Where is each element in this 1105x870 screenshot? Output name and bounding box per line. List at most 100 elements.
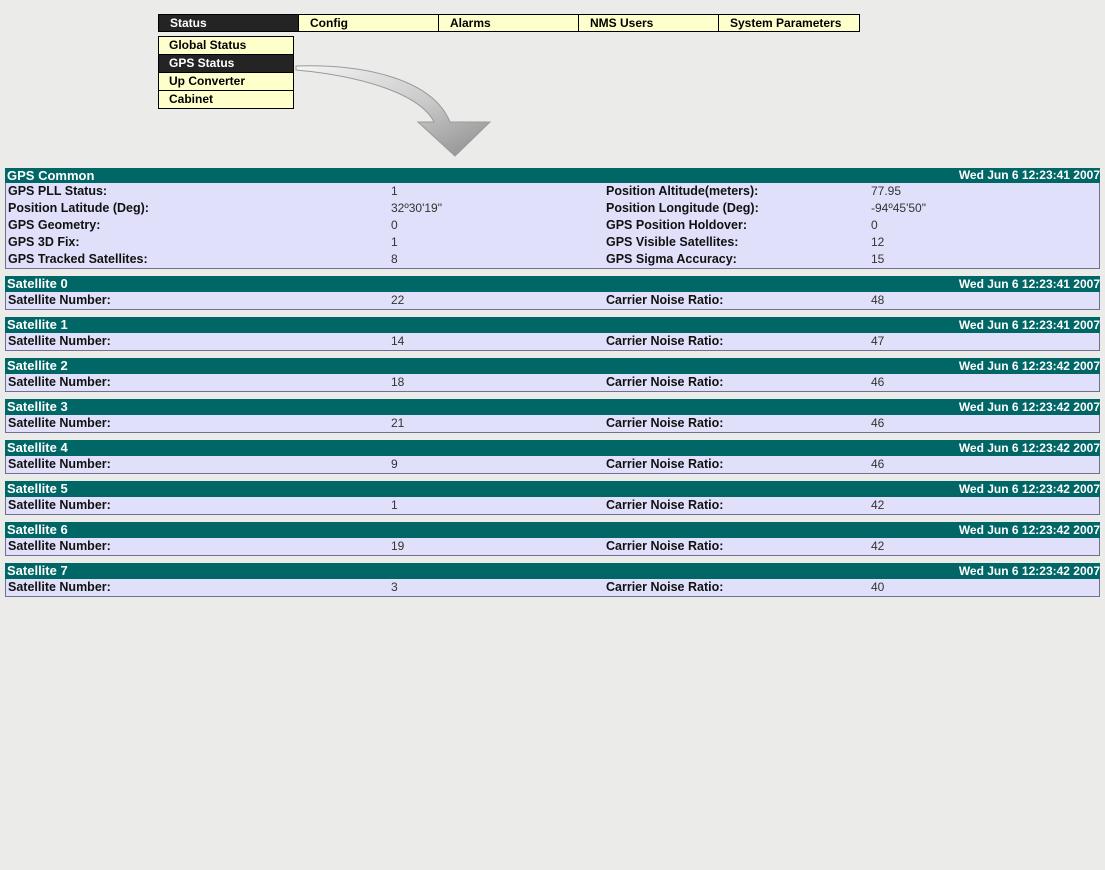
tab-config[interactable]: Config <box>299 15 439 31</box>
satellite-panel: Satellite 0 Wed Jun 6 12:23:41 2007 Sate… <box>5 276 1100 310</box>
data-row: GPS Tracked Satellites: 8 GPS Sigma Accu… <box>6 251 1099 268</box>
carrier-noise-ratio-value: 47 <box>871 334 885 348</box>
data-row: Satellite Number: 3 Carrier Noise Ratio:… <box>6 579 1099 596</box>
satellite-number-value: 19 <box>391 539 405 553</box>
field-label: GPS Geometry: <box>8 218 101 232</box>
data-row: GPS PLL Status: 1 Position Altitude(mete… <box>6 183 1099 200</box>
gps-common-panel: GPS Common Wed Jun 6 12:23:41 2007 GPS P… <box>5 168 1100 269</box>
satellite-number-value: 3 <box>391 580 398 594</box>
carrier-noise-ratio-value: 46 <box>871 457 885 471</box>
submenu-item-cabinet[interactable]: Cabinet <box>159 91 293 108</box>
carrier-noise-ratio-value: 42 <box>871 498 885 512</box>
carrier-noise-ratio-value: 40 <box>871 580 885 594</box>
field-label: GPS Sigma Accuracy: <box>606 252 737 266</box>
submenu-item-global-status[interactable]: Global Status <box>159 37 293 55</box>
status-submenu: Global Status GPS Status Up Converter Ca… <box>158 36 294 109</box>
satellite-number-value: 14 <box>391 334 405 348</box>
field-value: 12 <box>871 235 885 249</box>
satellite-number-value: 1 <box>391 498 398 512</box>
carrier-noise-ratio-label: Carrier Noise Ratio: <box>606 539 724 553</box>
satellite-number-value: 9 <box>391 457 398 471</box>
carrier-noise-ratio-label: Carrier Noise Ratio: <box>606 457 724 471</box>
data-row: Position Latitude (Deg): 32º30'19" Posit… <box>6 200 1099 217</box>
field-value: 1 <box>391 184 398 198</box>
panel-body: Satellite Number: 14 Carrier Noise Ratio… <box>5 333 1100 351</box>
carrier-noise-ratio-value: 42 <box>871 539 885 553</box>
panel-title: Satellite 4 <box>7 440 68 455</box>
data-row: GPS 3D Fix: 1 GPS Visible Satellites: 12 <box>6 234 1099 251</box>
panel-header: GPS Common Wed Jun 6 12:23:41 2007 <box>5 168 1100 183</box>
satellite-number-value: 22 <box>391 293 405 307</box>
carrier-noise-ratio-value: 46 <box>871 375 885 389</box>
satellite-panel: Satellite 4 Wed Jun 6 12:23:42 2007 Sate… <box>5 440 1100 474</box>
panel-body: Satellite Number: 1 Carrier Noise Ratio:… <box>5 497 1100 515</box>
field-value: 32º30'19" <box>391 201 442 215</box>
data-row: Satellite Number: 18 Carrier Noise Ratio… <box>6 374 1099 391</box>
data-row: Satellite Number: 1 Carrier Noise Ratio:… <box>6 497 1099 514</box>
satellite-number-label: Satellite Number: <box>8 580 111 594</box>
submenu-item-up-converter[interactable]: Up Converter <box>159 73 293 91</box>
panel-title: Satellite 0 <box>7 276 68 291</box>
satellite-number-label: Satellite Number: <box>8 293 111 307</box>
field-value: 15 <box>871 252 885 266</box>
field-label: GPS Tracked Satellites: <box>8 252 148 266</box>
satellite-number-label: Satellite Number: <box>8 539 111 553</box>
data-row: Satellite Number: 22 Carrier Noise Ratio… <box>6 292 1099 309</box>
panel-body: GPS PLL Status: 1 Position Altitude(mete… <box>5 183 1100 269</box>
field-label: GPS Position Holdover: <box>606 218 747 232</box>
carrier-noise-ratio-label: Carrier Noise Ratio: <box>606 334 724 348</box>
field-label: Position Altitude(meters): <box>606 184 759 198</box>
carrier-noise-ratio-label: Carrier Noise Ratio: <box>606 293 724 307</box>
panel-timestamp: Wed Jun 6 12:23:41 2007 <box>958 277 1100 291</box>
panel-title: Satellite 5 <box>7 481 68 496</box>
satellite-panel: Satellite 3 Wed Jun 6 12:23:42 2007 Sate… <box>5 399 1100 433</box>
panel-timestamp: Wed Jun 6 12:23:42 2007 <box>958 441 1100 455</box>
panel-header: Satellite 4 Wed Jun 6 12:23:42 2007 <box>5 440 1100 456</box>
panel-timestamp: Wed Jun 6 12:23:41 2007 <box>958 168 1100 182</box>
field-label: GPS 3D Fix: <box>8 235 80 249</box>
panel-body: Satellite Number: 22 Carrier Noise Ratio… <box>5 292 1100 310</box>
panel-body: Satellite Number: 18 Carrier Noise Ratio… <box>5 374 1100 392</box>
carrier-noise-ratio-label: Carrier Noise Ratio: <box>606 416 724 430</box>
data-row: Satellite Number: 9 Carrier Noise Ratio:… <box>6 456 1099 473</box>
panel-title: Satellite 2 <box>7 358 68 373</box>
field-label: GPS PLL Status: <box>8 184 108 198</box>
satellite-number-value: 18 <box>391 375 405 389</box>
tab-status[interactable]: Status <box>159 15 299 31</box>
panel-timestamp: Wed Jun 6 12:23:41 2007 <box>958 318 1100 332</box>
curved-arrow-icon <box>295 65 492 157</box>
satellite-panel: Satellite 6 Wed Jun 6 12:23:42 2007 Sate… <box>5 522 1100 556</box>
satellite-number-label: Satellite Number: <box>8 416 111 430</box>
data-row: Satellite Number: 21 Carrier Noise Ratio… <box>6 415 1099 432</box>
top-menu-bar: Status Config Alarms NMS Users System Pa… <box>158 14 860 32</box>
panel-timestamp: Wed Jun 6 12:23:42 2007 <box>958 359 1100 373</box>
data-row: Satellite Number: 14 Carrier Noise Ratio… <box>6 333 1099 350</box>
submenu-item-gps-status[interactable]: GPS Status <box>159 55 293 73</box>
panel-title: Satellite 6 <box>7 522 68 537</box>
satellite-number-value: 21 <box>391 416 405 430</box>
panel-body: Satellite Number: 21 Carrier Noise Ratio… <box>5 415 1100 433</box>
satellite-panel: Satellite 7 Wed Jun 6 12:23:42 2007 Sate… <box>5 563 1100 597</box>
tab-nms-users[interactable]: NMS Users <box>579 15 719 31</box>
field-value: 0 <box>871 218 878 232</box>
panel-header: Satellite 2 Wed Jun 6 12:23:42 2007 <box>5 358 1100 374</box>
field-value: -94º45'50" <box>871 201 926 215</box>
satellite-number-label: Satellite Number: <box>8 498 111 512</box>
panel-body: Satellite Number: 3 Carrier Noise Ratio:… <box>5 579 1100 597</box>
carrier-noise-ratio-value: 48 <box>871 293 885 307</box>
field-value: 77.95 <box>871 184 902 198</box>
satellite-number-label: Satellite Number: <box>8 375 111 389</box>
satellite-panel: Satellite 1 Wed Jun 6 12:23:41 2007 Sate… <box>5 317 1100 351</box>
panel-timestamp: Wed Jun 6 12:23:42 2007 <box>958 400 1100 414</box>
carrier-noise-ratio-label: Carrier Noise Ratio: <box>606 375 724 389</box>
satellite-panel: Satellite 5 Wed Jun 6 12:23:42 2007 Sate… <box>5 481 1100 515</box>
field-value: 8 <box>391 252 398 266</box>
panel-title: Satellite 7 <box>7 563 68 578</box>
tab-alarms[interactable]: Alarms <box>439 15 579 31</box>
panel-title: Satellite 1 <box>7 317 68 332</box>
panel-title: GPS Common <box>7 168 95 183</box>
satellite-number-label: Satellite Number: <box>8 334 111 348</box>
tab-system-parameters[interactable]: System Parameters <box>719 15 859 31</box>
satellite-number-label: Satellite Number: <box>8 457 111 471</box>
data-row: Satellite Number: 19 Carrier Noise Ratio… <box>6 538 1099 555</box>
